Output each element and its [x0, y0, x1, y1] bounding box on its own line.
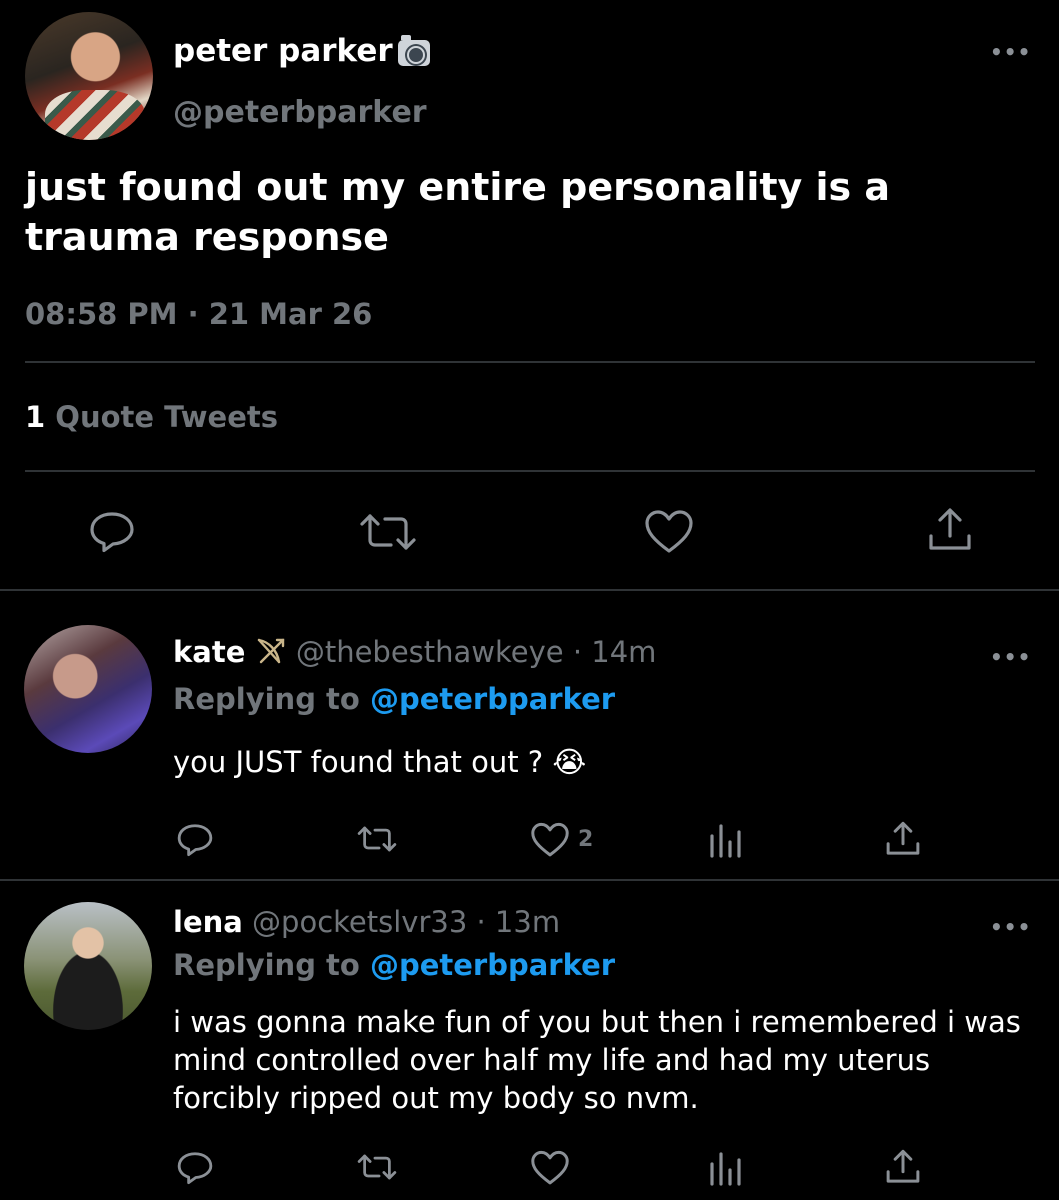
- analytics-icon[interactable]: [709, 822, 743, 858]
- retweet-icon[interactable]: [355, 1152, 399, 1182]
- replying-to: Replying to @peterbparker: [173, 682, 615, 716]
- reply-text: you JUST found that out ?: [173, 745, 544, 779]
- avatar[interactable]: [25, 12, 153, 140]
- avatar[interactable]: [24, 902, 152, 1030]
- retweet-icon[interactable]: [355, 824, 399, 854]
- more-options-button[interactable]: •••: [990, 645, 1031, 669]
- divider: [25, 361, 1035, 363]
- reply-header: lena @pocketslvr33 · 13m: [173, 905, 560, 939]
- camera-flash-icon: [398, 35, 430, 66]
- quote-count: 1: [25, 400, 46, 434]
- quote-label: Quote Tweets: [55, 400, 278, 434]
- analytics-icon[interactable]: [709, 1150, 743, 1186]
- more-options-button[interactable]: •••: [990, 915, 1031, 939]
- quote-tweets-link[interactable]: 1 Quote Tweets: [25, 400, 278, 434]
- replying-to: Replying to @peterbparker: [173, 948, 615, 982]
- replying-handle-link[interactable]: @peterbparker: [370, 682, 615, 716]
- reply-icon[interactable]: [88, 510, 136, 554]
- share-icon[interactable]: [927, 506, 973, 554]
- divider: [0, 589, 1059, 591]
- author-handle-time[interactable]: @thebesthawkeye · 14m: [296, 635, 657, 669]
- crying-face-emoji: 😭: [552, 745, 587, 779]
- tweet-text: just found out my entire personality is …: [25, 165, 891, 259]
- reply-text: i was gonna make fun of you but then i r…: [173, 1005, 1021, 1115]
- divider: [25, 470, 1035, 472]
- share-icon[interactable]: [885, 1148, 921, 1186]
- share-icon[interactable]: [885, 820, 921, 858]
- retweet-icon[interactable]: [356, 512, 420, 552]
- like-count: 2: [578, 827, 594, 852]
- like-icon[interactable]: [530, 1150, 570, 1186]
- bow-and-arrow-icon: [255, 636, 287, 666]
- like-icon[interactable]: [530, 822, 570, 858]
- replying-handle-link[interactable]: @peterbparker: [370, 948, 615, 982]
- author-name[interactable]: kate: [173, 635, 245, 669]
- more-options-button[interactable]: •••: [990, 40, 1031, 64]
- reply-text-line: you JUST found that out ? 😭: [173, 743, 586, 781]
- reply-header: kate @thebesthawkeye · 14m: [173, 635, 656, 669]
- author-name[interactable]: peter parker: [173, 33, 393, 69]
- author-handle-time[interactable]: @pocketslvr33 · 13m: [252, 905, 560, 939]
- author-handle[interactable]: @peterbparker: [173, 95, 427, 130]
- author-name[interactable]: lena: [173, 905, 243, 939]
- tweet-timestamp[interactable]: 08:58 PM · 21 Mar 26: [25, 297, 372, 331]
- replying-prefix: Replying to: [173, 948, 360, 982]
- like-icon[interactable]: [644, 509, 694, 555]
- reply-icon[interactable]: [176, 1150, 214, 1186]
- reply-icon[interactable]: [176, 822, 214, 858]
- replying-prefix: Replying to: [173, 682, 360, 716]
- avatar[interactable]: [24, 625, 152, 753]
- divider: [0, 879, 1059, 881]
